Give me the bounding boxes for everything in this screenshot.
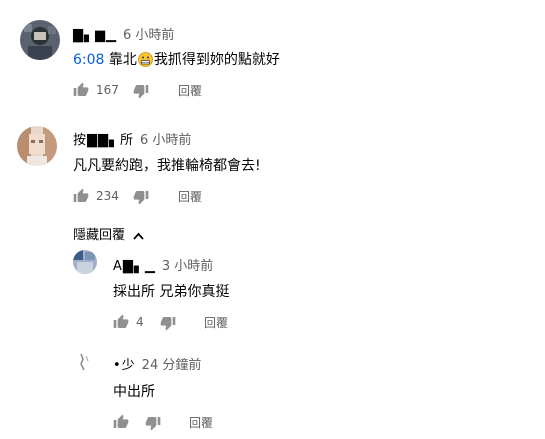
thumbs-up-icon[interactable] xyxy=(73,188,89,204)
comment-text: 6:08 靠北 我抓得到妳的點就好 xyxy=(73,52,280,68)
reply-time[interactable]: 24 分鐘前 xyxy=(142,358,202,373)
thumbs-down-icon[interactable] xyxy=(145,415,161,431)
comment-author-line: 按▇▇▖所 6 小時前 xyxy=(73,129,191,148)
hide-replies-toggle[interactable]: 隱藏回覆 xyxy=(73,224,144,243)
avatar[interactable] xyxy=(73,250,97,274)
comment-time[interactable]: 6 小時前 xyxy=(123,28,174,43)
reply-text: 中出所 xyxy=(113,384,155,400)
reply-author-line: •少 24 分鐘前 xyxy=(113,354,201,373)
author-name[interactable]: A▇▖▁ xyxy=(113,259,156,274)
hide-replies-label: 隱藏回覆 xyxy=(73,228,126,243)
author-name[interactable]: •少 xyxy=(113,358,136,373)
reply-button[interactable]: 回覆 xyxy=(178,188,202,205)
comment-text: 凡凡要約跑，我推輪椅都會去! xyxy=(73,158,261,174)
thumbs-up-icon[interactable] xyxy=(113,414,129,430)
like-count: 234 xyxy=(96,189,119,203)
reply-author-line: A▇▖▁ 3 小時前 xyxy=(113,255,213,274)
thumbs-down-icon[interactable] xyxy=(133,83,149,99)
avatar[interactable] xyxy=(73,350,97,374)
comment-author-line: ▇▖▆▁ 6 小時前 xyxy=(73,24,174,43)
thumbs-up-icon[interactable] xyxy=(113,314,129,330)
like-count: 167 xyxy=(96,83,119,97)
avatar[interactable] xyxy=(20,20,60,60)
author-name[interactable]: 按▇▇▖所 xyxy=(73,133,134,148)
grimace-emoji-icon xyxy=(138,52,153,67)
reply-button[interactable]: 回覆 xyxy=(178,82,202,99)
like-count: 4 xyxy=(136,315,144,329)
comment-time[interactable]: 6 小時前 xyxy=(140,133,191,148)
chevron-up-icon xyxy=(133,232,144,240)
timestamp-link[interactable]: 6:08 xyxy=(73,52,104,68)
author-name[interactable]: ▇▖▆▁ xyxy=(73,28,117,43)
reply-time[interactable]: 3 小時前 xyxy=(162,259,213,274)
reply-button[interactable]: 回覆 xyxy=(189,414,213,431)
thumbs-up-icon[interactable] xyxy=(73,82,89,98)
thumbs-down-icon[interactable] xyxy=(160,315,176,331)
thumbs-down-icon[interactable] xyxy=(133,189,149,205)
avatar[interactable] xyxy=(17,126,57,166)
reply-text: 採出所 兄弟你真挺 xyxy=(113,284,230,300)
reply-button[interactable]: 回覆 xyxy=(204,314,228,331)
